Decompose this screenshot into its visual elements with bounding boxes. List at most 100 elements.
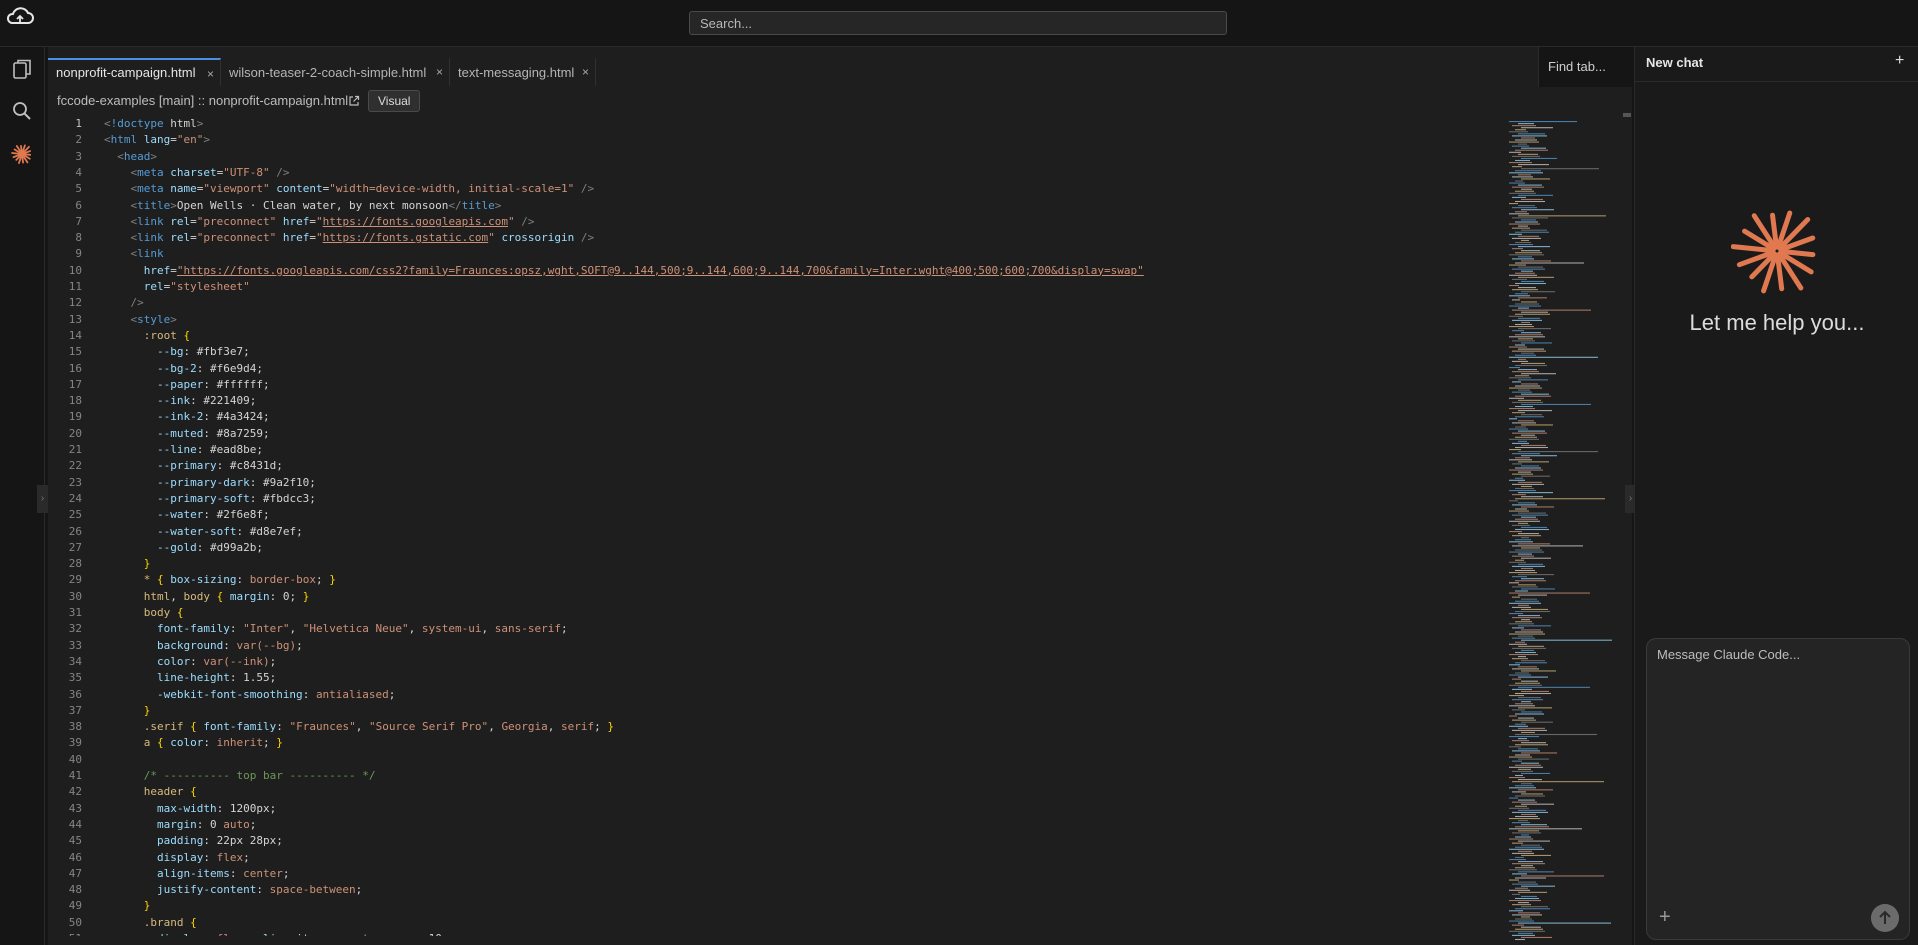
tab-nonprofit-campaign[interactable]: nonprofit-campaign.html × bbox=[48, 58, 221, 86]
line-content: a { color: inherit; } bbox=[143, 736, 283, 750]
files-icon[interactable] bbox=[10, 57, 34, 81]
line-content: .serif { font-family: "Fraunces", "Sourc… bbox=[143, 720, 615, 734]
minimap[interactable] bbox=[1503, 113, 1623, 943]
code-line[interactable]: 32 font-family: "Inter", "Helvetica Neue… bbox=[48, 621, 1503, 637]
minimap-slider[interactable] bbox=[1623, 113, 1631, 117]
code-line[interactable]: 15 --bg: #fbf3e7; bbox=[48, 344, 1503, 360]
code-line[interactable]: 2 <html lang="en"> bbox=[48, 132, 1503, 148]
code-line[interactable]: 17 --paper: #ffffff; bbox=[48, 377, 1503, 393]
code-line[interactable]: 36 -webkit-font-smoothing: antialiased; bbox=[48, 687, 1503, 703]
code-line[interactable]: 8 <link rel="preconnect" href="https://f… bbox=[48, 230, 1503, 246]
code-line[interactable]: 3 <head> bbox=[48, 149, 1503, 165]
code-line[interactable]: 1 <!doctype html> bbox=[48, 116, 1503, 132]
code-line[interactable]: 48 justify-content: space-between; bbox=[48, 882, 1503, 898]
code-line[interactable]: 38 .serif { font-family: "Fraunces", "So… bbox=[48, 719, 1503, 735]
code-line[interactable]: 5 <meta name="viewport" content="width=d… bbox=[48, 181, 1503, 197]
line-number: 28 bbox=[68, 557, 82, 571]
search-input[interactable] bbox=[689, 11, 1227, 35]
code-line[interactable]: 19 --ink-2: #4a3424; bbox=[48, 409, 1503, 425]
line-number: 38 bbox=[68, 720, 82, 734]
code-line[interactable]: 43 max-width: 1200px; bbox=[48, 801, 1503, 817]
visual-button[interactable]: Visual bbox=[368, 90, 421, 112]
code-line[interactable]: 21 --line: #ead8be; bbox=[48, 442, 1503, 458]
code-line[interactable]: 50 .brand { bbox=[48, 915, 1503, 931]
code-editor[interactable]: 1 <!doctype html> 2 <html lang="en"> 3 <head… bbox=[48, 116, 1503, 936]
line-number: 7 bbox=[75, 214, 82, 228]
line-content: -webkit-font-smoothing: antialiased; bbox=[156, 687, 396, 701]
close-icon[interactable]: × bbox=[207, 67, 214, 81]
code-line[interactable]: 29 * { box-sizing: border-box; } bbox=[48, 572, 1503, 588]
code-line[interactable]: 13 <style> bbox=[48, 312, 1503, 328]
claude-spark-icon[interactable] bbox=[10, 142, 34, 166]
code-line[interactable]: 40 bbox=[48, 752, 1503, 768]
code-line[interactable]: 41 /* ---------- top bar ---------- */ bbox=[48, 768, 1503, 784]
code-line[interactable]: 9 <link bbox=[48, 246, 1503, 262]
new-chat-plus-icon[interactable]: + bbox=[1895, 52, 1904, 70]
tab-text-messaging[interactable]: text-messaging.html × bbox=[450, 58, 596, 86]
code-line[interactable]: 23 --primary-dark: #9a2f10; bbox=[48, 475, 1503, 491]
message-composer: + bbox=[1646, 638, 1910, 940]
code-line[interactable]: 49 } bbox=[48, 898, 1503, 914]
close-icon[interactable]: × bbox=[582, 65, 589, 79]
attach-plus-icon[interactable]: + bbox=[1659, 906, 1671, 929]
line-content: --primary: #c8431d; bbox=[156, 459, 283, 473]
code-line[interactable]: 35 line-height: 1.55; bbox=[48, 670, 1503, 686]
code-line[interactable]: 4 <meta charset="UTF-8" /> bbox=[48, 165, 1503, 181]
code-line[interactable]: 10 href="https://fonts.googleapis.com/cs… bbox=[48, 263, 1503, 279]
line-number: 21 bbox=[68, 443, 82, 456]
line-number: 18 bbox=[68, 394, 82, 408]
line-number: 51 bbox=[48, 931, 82, 936]
line-number: 39 bbox=[68, 736, 82, 750]
line-content: } bbox=[143, 899, 151, 913]
code-line[interactable]: 26 --water-soft: #d8e7ef; bbox=[48, 524, 1503, 540]
editor-area: nonprofit-campaign.html × wilson-teaser-… bbox=[48, 47, 1632, 945]
code-line[interactable]: 39 a { color: inherit; } bbox=[48, 735, 1503, 751]
search-icon[interactable] bbox=[10, 99, 34, 123]
line-number: 17 bbox=[68, 377, 82, 391]
code-line[interactable]: 47 align-items: center; bbox=[48, 866, 1503, 882]
code-line[interactable]: 37 } bbox=[48, 703, 1503, 719]
code-line[interactable]: 24 --primary-soft: #fbdcc3; bbox=[48, 491, 1503, 507]
code-line[interactable]: 14 :root { bbox=[48, 328, 1503, 344]
line-content: --primary-soft: #fbdcc3; bbox=[156, 491, 316, 505]
code-line[interactable]: 12 /> bbox=[48, 295, 1503, 311]
code-line[interactable]: 42 header { bbox=[48, 784, 1503, 800]
tab-wilson-teaser[interactable]: wilson-teaser-2-coach-simple.html × bbox=[221, 58, 450, 86]
line-number: 14 bbox=[68, 328, 82, 342]
line-content: padding: 22px 28px; bbox=[156, 834, 283, 848]
external-link-icon[interactable] bbox=[348, 95, 360, 107]
collapse-left-handle[interactable]: › bbox=[37, 485, 48, 513]
line-number: 4 bbox=[75, 165, 82, 179]
code-line[interactable]: 51 display: flex; align-items: center; g… bbox=[48, 931, 1503, 936]
cloud-logo-icon[interactable] bbox=[5, 6, 35, 28]
message-input[interactable] bbox=[1647, 639, 1909, 879]
line-content: margin: 0 auto; bbox=[156, 817, 257, 831]
find-tab-button[interactable]: Find tab... bbox=[1538, 47, 1632, 87]
code-line[interactable]: 30 html, body { margin: 0; } bbox=[48, 589, 1503, 605]
code-line[interactable]: 11 rel="stylesheet" bbox=[48, 279, 1503, 295]
line-number: 20 bbox=[68, 426, 82, 440]
code-line[interactable]: 45 padding: 22px 28px; bbox=[48, 833, 1503, 849]
send-button[interactable] bbox=[1871, 904, 1899, 932]
code-line[interactable]: 22 --primary: #c8431d; bbox=[48, 458, 1503, 474]
code-line[interactable]: 7 <link rel="preconnect" href="https://f… bbox=[48, 214, 1503, 230]
code-line[interactable]: 18 --ink: #221409; bbox=[48, 393, 1503, 409]
code-line[interactable]: 31 body { bbox=[48, 605, 1503, 621]
close-icon[interactable]: × bbox=[436, 65, 443, 79]
code-line[interactable]: 33 background: var(--bg); bbox=[48, 638, 1503, 654]
line-number: 48 bbox=[68, 883, 82, 897]
code-line[interactable]: 27 --gold: #d99a2b; bbox=[48, 540, 1503, 556]
code-line[interactable]: 20 --muted: #8a7259; bbox=[48, 426, 1503, 442]
code-line[interactable]: 46 display: flex; bbox=[48, 850, 1503, 866]
code-line[interactable]: 34 color: var(--ink); bbox=[48, 654, 1503, 670]
code-line[interactable]: 44 margin: 0 auto; bbox=[48, 817, 1503, 833]
line-content: body { bbox=[143, 606, 184, 619]
chat-title: New chat bbox=[1646, 55, 1704, 70]
line-number: 43 bbox=[68, 801, 82, 815]
code-line[interactable]: 28 } bbox=[48, 556, 1503, 572]
code-line[interactable]: 16 --bg-2: #f6e9d4; bbox=[48, 361, 1503, 377]
line-number: 13 bbox=[68, 312, 82, 326]
line-number: 10 bbox=[68, 263, 82, 277]
code-line[interactable]: 6 <title>Open Wells · Clean water, by ne… bbox=[48, 198, 1503, 214]
code-line[interactable]: 25 --water: #2f6e8f; bbox=[48, 507, 1503, 523]
